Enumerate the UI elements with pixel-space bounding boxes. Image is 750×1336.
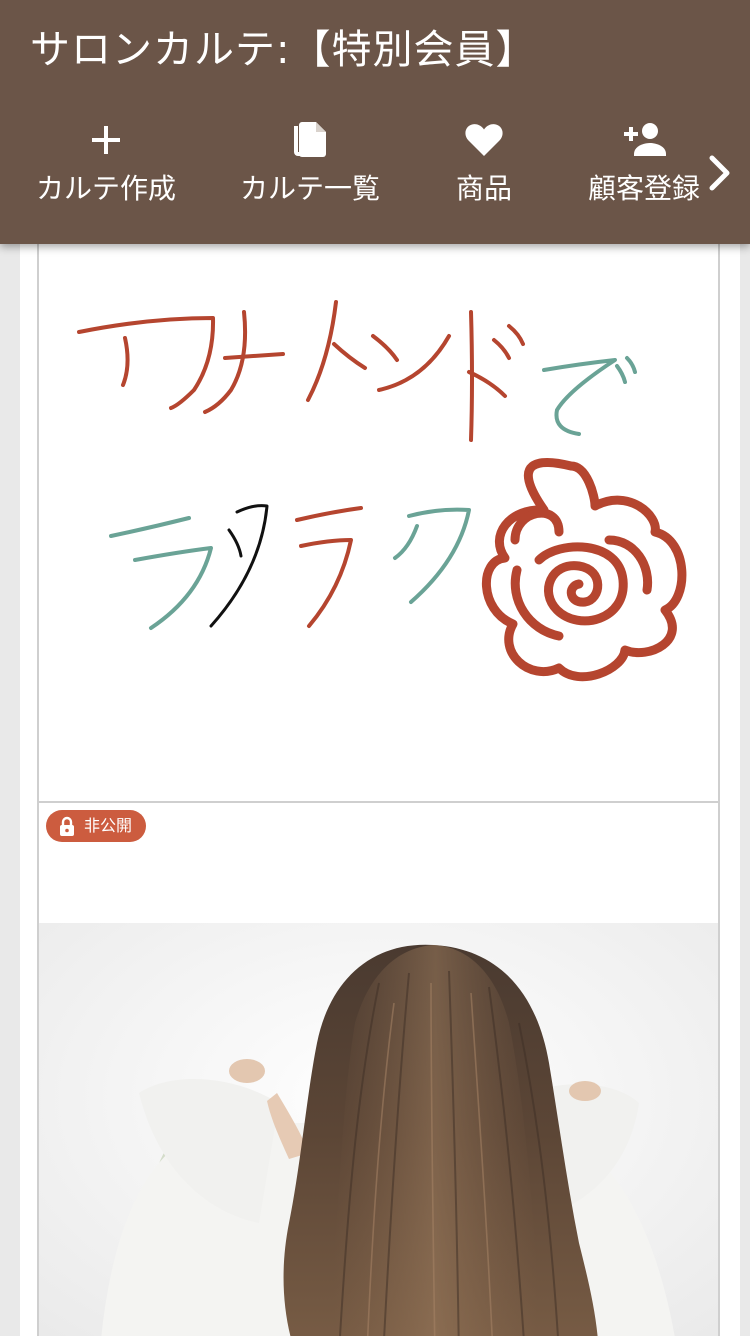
heart-icon (465, 124, 503, 156)
customer-photo (39, 923, 718, 1336)
app-header: サロンカルテ:【特別会員】 カルテ作成 カルテ一覧 商品 顧客登録 (0, 0, 750, 244)
private-badge: 非公開 (46, 810, 147, 842)
nav-products[interactable]: 商品 (440, 118, 528, 228)
chart-feed[interactable]: 非公開 (20, 240, 740, 1336)
nav-create-chart[interactable]: カルテ作成 (36, 118, 176, 228)
page-title: サロンカルテ:【特別会員】 (30, 27, 537, 73)
copy-document-icon (294, 122, 326, 157)
nav-chart-list[interactable]: カルテ一覧 (240, 118, 380, 228)
private-badge-label: 非公開 (84, 816, 133, 835)
hair-photo (39, 923, 718, 1336)
nav-create-chart-label: カルテ作成 (36, 172, 177, 205)
nav-register-customer-label: 顧客登録 (587, 172, 700, 205)
chevron-right-icon[interactable] (702, 150, 738, 196)
add-person-icon (624, 123, 666, 156)
nav-bar: カルテ作成 カルテ一覧 商品 顧客登録 (0, 118, 750, 228)
nav-chart-list-label: カルテ一覧 (240, 172, 381, 205)
app-screen: サロンカルテ:【特別会員】 カルテ作成 カルテ一覧 商品 顧客登録 非公開 (0, 0, 750, 1336)
chart-card-photo[interactable]: 非公開 (37, 801, 720, 1336)
nav-register-customer[interactable]: 顧客登録 (586, 118, 702, 228)
nav-products-label: 商品 (455, 172, 512, 205)
lock-icon (60, 816, 74, 836)
plus-icon (92, 126, 120, 154)
